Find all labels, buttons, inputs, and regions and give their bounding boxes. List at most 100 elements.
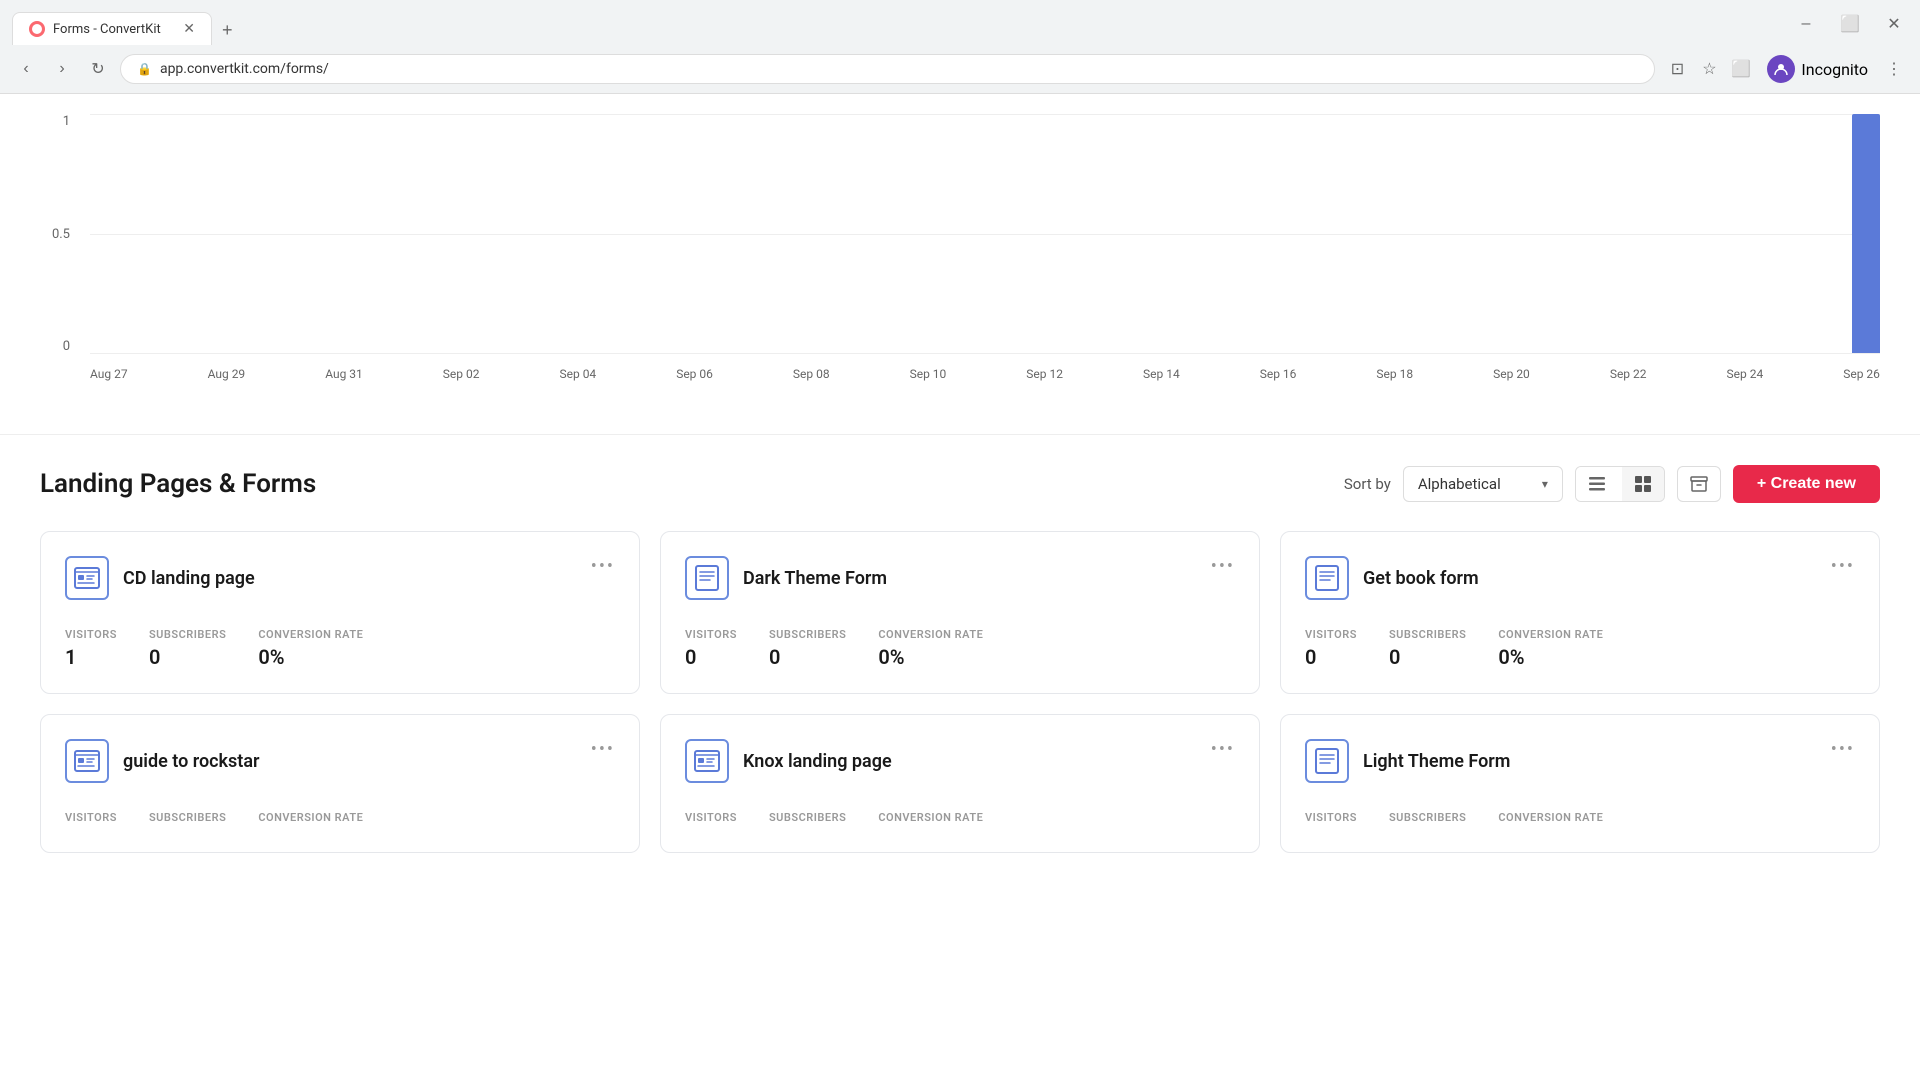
chart-x-sep10: Sep 10 xyxy=(910,367,947,381)
card-menu-cd[interactable]: ••• xyxy=(591,556,615,577)
form-card-get-book: Get book form ••• VISITORS 0 SUBSCRIBERS… xyxy=(1280,531,1880,694)
bookmark-button[interactable]: ☆ xyxy=(1695,55,1723,83)
favicon xyxy=(29,21,45,37)
stat-visitors-light: VISITORS xyxy=(1305,811,1357,828)
stat-label-conversion-dark: CONVERSION RATE xyxy=(878,628,983,641)
chart-x-sep22: Sep 22 xyxy=(1610,367,1647,381)
tab-title: Forms - ConvertKit xyxy=(53,22,161,37)
stat-label-conversion-book: CONVERSION RATE xyxy=(1498,628,1603,641)
card-icon-title-knox: Knox landing page xyxy=(685,739,892,783)
card-stats-dark: VISITORS 0 SUBSCRIBERS 0 CONVERSION RATE… xyxy=(685,628,1235,669)
landing-page-icon-guide xyxy=(73,747,101,775)
stat-conversion-knox: CONVERSION RATE xyxy=(878,811,983,828)
create-new-label: + Create new xyxy=(1757,475,1856,493)
stat-label-visitors-guide: VISITORS xyxy=(65,811,117,824)
chart-x-sep14: Sep 14 xyxy=(1143,367,1180,381)
stat-label-subscribers-book: SUBSCRIBERS xyxy=(1389,628,1466,641)
address-bar[interactable]: 🔒 app.convertkit.com/forms/ xyxy=(120,54,1655,84)
page-content: 1 0.5 0 Aug 27 Aug 29 Aug 31 Sep xyxy=(0,94,1920,883)
card-menu-knox[interactable]: ••• xyxy=(1211,739,1235,760)
chart-x-sep16: Sep 16 xyxy=(1260,367,1297,381)
forward-button[interactable]: › xyxy=(48,55,76,83)
stat-label-subscribers-cd: SUBSCRIBERS xyxy=(149,628,226,641)
new-tab-button[interactable]: + xyxy=(214,16,241,45)
card-header-cd: CD landing page ••• xyxy=(65,556,615,600)
maximize-button[interactable]: ⬜ xyxy=(1836,10,1864,38)
address-lock-icon: 🔒 xyxy=(137,62,152,76)
chart-x-sep26: Sep 26 xyxy=(1843,367,1880,381)
section-controls: Sort by Alphabetical ▾ xyxy=(1344,465,1880,503)
stat-value-visitors-dark: 0 xyxy=(685,645,737,669)
stat-value-visitors-cd: 1 xyxy=(65,645,117,669)
card-stats-light: VISITORS SUBSCRIBERS CONVERSION RATE xyxy=(1305,811,1855,828)
create-new-button[interactable]: + Create new xyxy=(1733,465,1880,503)
card-stats-cd: VISITORS 1 SUBSCRIBERS 0 CONVERSION RATE… xyxy=(65,628,615,669)
card-icon-cd xyxy=(65,556,109,600)
stat-subscribers-book: SUBSCRIBERS 0 xyxy=(1389,628,1466,669)
chart-x-aug31: Aug 31 xyxy=(325,367,363,381)
stat-conversion-cd: CONVERSION RATE 0% xyxy=(258,628,363,669)
card-title-book: Get book form xyxy=(1363,568,1479,589)
stat-conversion-guide: CONVERSION RATE xyxy=(258,811,363,828)
archive-button[interactable] xyxy=(1677,466,1721,502)
card-stats-guide: VISITORS SUBSCRIBERS CONVERSION RATE xyxy=(65,811,615,828)
browser-actions: ⊡ ☆ ⬜ Incognito ⋮ xyxy=(1663,51,1908,87)
chart-x-sep04: Sep 04 xyxy=(559,367,596,381)
stat-value-subscribers-book: 0 xyxy=(1389,645,1466,669)
chart-x-sep02: Sep 02 xyxy=(443,367,480,381)
stat-visitors-book: VISITORS 0 xyxy=(1305,628,1357,669)
stat-conversion-dark: CONVERSION RATE 0% xyxy=(878,628,983,669)
minimize-button[interactable]: – xyxy=(1792,10,1820,38)
close-button[interactable]: ✕ xyxy=(1880,10,1908,38)
stat-conversion-light: CONVERSION RATE xyxy=(1498,811,1603,828)
card-menu-dark[interactable]: ••• xyxy=(1211,556,1235,577)
cast-button[interactable]: ⊡ xyxy=(1663,55,1691,83)
stat-label-visitors-dark: VISITORS xyxy=(685,628,737,641)
stat-conversion-book: CONVERSION RATE 0% xyxy=(1498,628,1603,669)
stat-value-conversion-cd: 0% xyxy=(258,645,363,669)
grid-view-button[interactable] xyxy=(1622,467,1664,501)
profile-button[interactable]: ⬜ xyxy=(1727,55,1755,83)
form-card-cd-landing: CD landing page ••• VISITORS 1 SUBSCRIBE… xyxy=(40,531,640,694)
form-icon-book xyxy=(1313,564,1341,592)
chart-x-aug27: Aug 27 xyxy=(90,367,128,381)
tab-close-button[interactable]: ✕ xyxy=(183,21,195,37)
card-menu-book[interactable]: ••• xyxy=(1831,556,1855,577)
card-icon-title-dark: Dark Theme Form xyxy=(685,556,887,600)
card-title-knox: Knox landing page xyxy=(743,751,892,772)
browser-titlebar: Forms - ConvertKit ✕ + – ⬜ ✕ xyxy=(0,0,1920,45)
chart-bar-sep26 xyxy=(1852,114,1880,353)
reload-button[interactable]: ↻ xyxy=(84,55,112,83)
chart-area: 1 0.5 0 Aug 27 Aug 29 Aug 31 Sep xyxy=(0,94,1920,435)
chart-plot xyxy=(90,114,1880,354)
grid-view-icon xyxy=(1634,475,1652,493)
card-title-guide: guide to rockstar xyxy=(123,751,260,772)
sort-label: Sort by xyxy=(1344,475,1391,493)
main-content: Landing Pages & Forms Sort by Alphabetic… xyxy=(0,435,1920,883)
incognito-button[interactable]: Incognito xyxy=(1759,51,1876,87)
browser-tab-active[interactable]: Forms - ConvertKit ✕ xyxy=(12,12,212,45)
stat-visitors-dark: VISITORS 0 xyxy=(685,628,737,669)
chart-x-sep20: Sep 20 xyxy=(1493,367,1530,381)
card-icon-book xyxy=(1305,556,1349,600)
section-header: Landing Pages & Forms Sort by Alphabetic… xyxy=(40,465,1880,503)
list-view-button[interactable] xyxy=(1576,467,1618,501)
stat-value-subscribers-dark: 0 xyxy=(769,645,846,669)
form-card-dark-theme: Dark Theme Form ••• VISITORS 0 SUBSCRIBE… xyxy=(660,531,1260,694)
landing-page-icon-knox xyxy=(693,747,721,775)
stat-label-subscribers-light: SUBSCRIBERS xyxy=(1389,811,1466,824)
stat-subscribers-cd: SUBSCRIBERS 0 xyxy=(149,628,226,669)
stat-subscribers-light: SUBSCRIBERS xyxy=(1389,811,1466,828)
menu-button[interactable]: ⋮ xyxy=(1880,55,1908,83)
back-button[interactable]: ‹ xyxy=(12,55,40,83)
card-icon-title-light: Light Theme Form xyxy=(1305,739,1510,783)
stat-visitors-guide: VISITORS xyxy=(65,811,117,828)
stat-label-subscribers-knox: SUBSCRIBERS xyxy=(769,811,846,824)
card-icon-guide xyxy=(65,739,109,783)
stat-subscribers-knox: SUBSCRIBERS xyxy=(769,811,846,828)
card-menu-guide[interactable]: ••• xyxy=(591,739,615,760)
chart-y-label-0: 0 xyxy=(63,339,70,354)
card-menu-light[interactable]: ••• xyxy=(1831,739,1855,760)
sort-select[interactable]: Alphabetical ▾ xyxy=(1403,466,1563,502)
stat-label-subscribers-guide: SUBSCRIBERS xyxy=(149,811,226,824)
